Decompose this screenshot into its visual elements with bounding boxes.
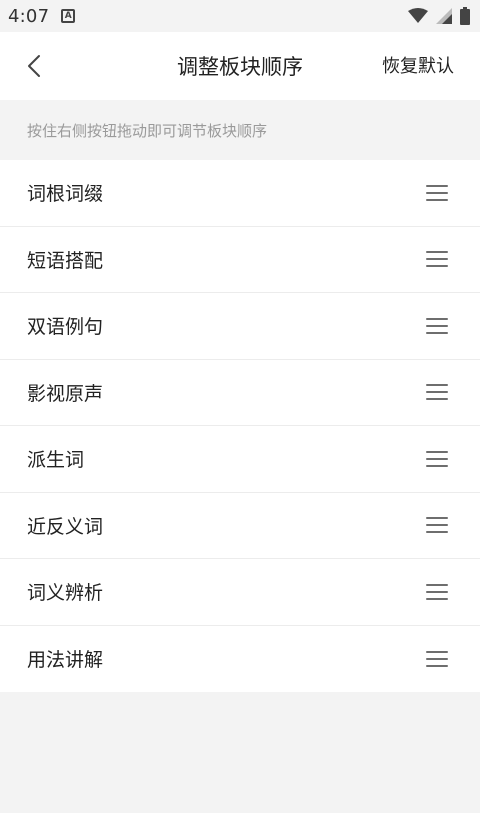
list-item: 词根词缀 <box>0 160 480 227</box>
chevron-left-icon <box>28 55 40 77</box>
list-item: 用法讲解 <box>0 625 480 692</box>
drag-handle-icon[interactable] <box>426 251 448 268</box>
drag-handle-icon[interactable] <box>426 450 448 467</box>
hint-text: 按住右侧按钮拖动即可调节板块顺序 <box>0 100 480 160</box>
drag-handle-icon[interactable] <box>426 317 448 334</box>
back-button[interactable] <box>16 48 52 84</box>
status-bar: 4:07 A <box>0 0 480 32</box>
nav-bar: 调整板块顺序 恢复默认 <box>0 32 480 100</box>
item-label: 短语搭配 <box>27 249 104 272</box>
item-label: 词根词缀 <box>27 183 104 206</box>
wifi-icon <box>408 8 428 23</box>
item-label: 双语例句 <box>27 316 104 339</box>
section-order-list: 词根词缀 短语搭配 双语例句 影视原声 派生词 近反义词 词义辨析 用法讲解 <box>0 160 480 692</box>
item-label: 派生词 <box>27 449 85 472</box>
item-label: 词义辨析 <box>27 582 104 605</box>
list-item: 近反义词 <box>0 492 480 559</box>
list-item: 短语搭配 <box>0 226 480 293</box>
item-label: 用法讲解 <box>27 649 104 672</box>
drag-handle-icon[interactable] <box>426 517 448 534</box>
list-item: 派生词 <box>0 426 480 493</box>
a-badge-icon: A <box>61 9 76 23</box>
restore-default-button[interactable]: 恢复默认 <box>382 52 454 78</box>
signal-icon <box>436 8 452 24</box>
list-item: 词义辨析 <box>0 559 480 626</box>
status-icons <box>408 7 470 25</box>
drag-handle-icon[interactable] <box>426 384 448 401</box>
drag-handle-icon[interactable] <box>426 583 448 600</box>
drag-handle-icon[interactable] <box>426 184 448 201</box>
item-label: 近反义词 <box>27 515 104 538</box>
item-label: 影视原声 <box>27 382 104 405</box>
list-item: 影视原声 <box>0 359 480 426</box>
battery-icon <box>460 7 470 25</box>
drag-handle-icon[interactable] <box>426 650 448 667</box>
list-item: 双语例句 <box>0 293 480 360</box>
status-time: 4:07 <box>8 5 50 27</box>
